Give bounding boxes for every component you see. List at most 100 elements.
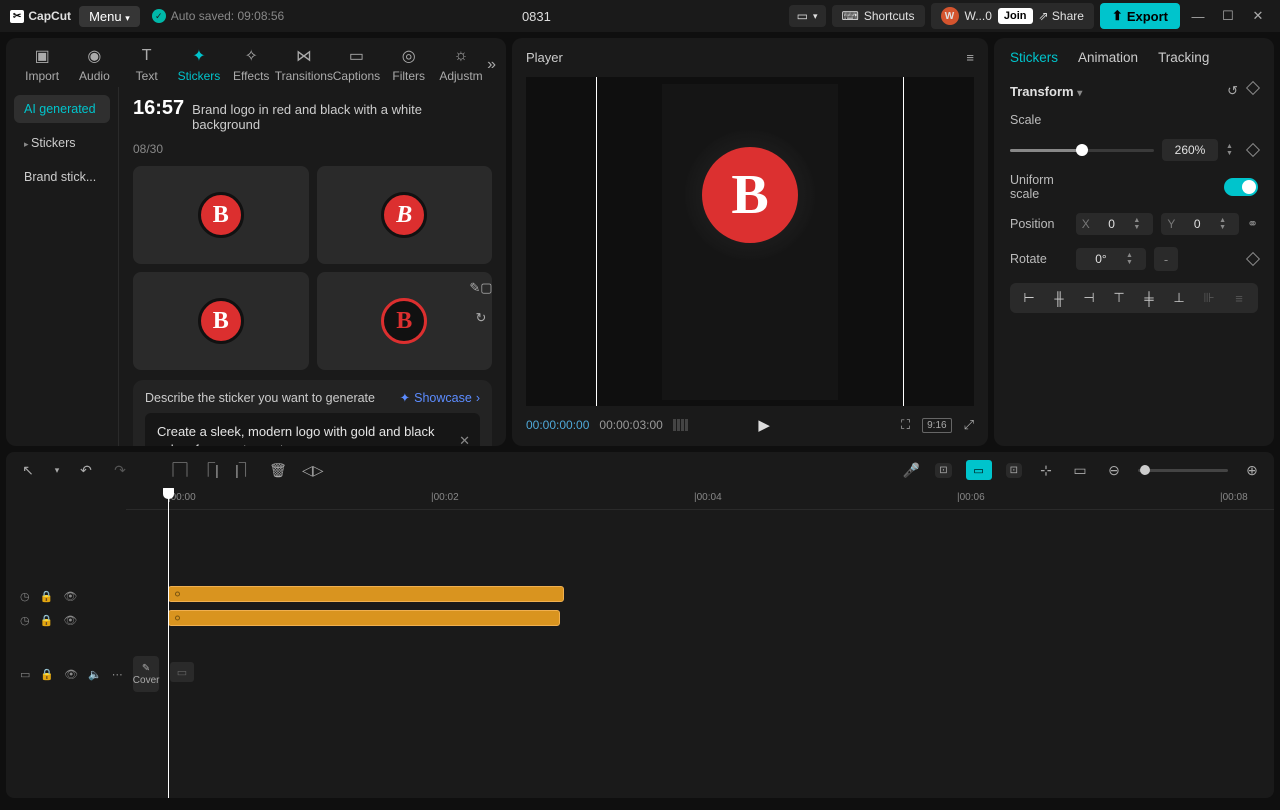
clip-1[interactable] xyxy=(168,586,564,602)
scale-keyframe[interactable] xyxy=(1246,143,1260,157)
player-canvas[interactable]: B xyxy=(526,77,974,406)
align-left[interactable]: ⊢ xyxy=(1014,287,1044,309)
eye-icon[interactable]: 👁 xyxy=(63,614,77,627)
align-top[interactable]: ⊤ xyxy=(1104,287,1134,309)
mirror-tool[interactable]: ◁▷ xyxy=(302,462,322,479)
tab-captions[interactable]: ▭Captions xyxy=(330,46,382,83)
pointer-dropdown[interactable]: ▾ xyxy=(52,465,62,476)
rtab-stickers[interactable]: Stickers xyxy=(1010,50,1058,65)
tab-stickers[interactable]: ✦Stickers xyxy=(173,46,225,83)
snap-button-1[interactable]: ⊡ xyxy=(935,463,951,478)
lock-icon[interactable]: 🔒 xyxy=(40,614,54,627)
sidebar-item-ai[interactable]: AI generated xyxy=(14,95,110,123)
scale-value[interactable]: 260% xyxy=(1162,139,1218,161)
mic-icon[interactable]: 🎤 xyxy=(901,462,921,479)
video-icon[interactable]: ▭ xyxy=(20,668,30,681)
reset-icon[interactable]: ↺ xyxy=(1227,83,1238,99)
close-button[interactable]: ✕ xyxy=(1246,8,1270,24)
user-menu[interactable]: W W...0 Join ⇗ Share xyxy=(931,3,1094,29)
tab-audio[interactable]: ◉Audio xyxy=(68,46,120,83)
result-1[interactable]: B xyxy=(133,166,309,264)
showcase-link[interactable]: ✦ Showcase › xyxy=(400,390,480,405)
tab-text[interactable]: TText xyxy=(121,46,173,83)
position-x[interactable]: X0▲▼ xyxy=(1076,213,1154,235)
result-4[interactable]: B xyxy=(317,272,493,370)
gen-date: 08/30 xyxy=(133,142,492,156)
scale-slider[interactable] xyxy=(1010,149,1154,152)
crop-icon[interactable]: ⛶ xyxy=(901,417,910,433)
sidebar-item-stickers[interactable]: ▸ Stickers xyxy=(14,129,110,157)
lock-icon[interactable]: 🔒 xyxy=(40,590,54,603)
tab-transitions[interactable]: ⋈Transitions xyxy=(277,46,330,83)
preview-icon[interactable]: ▭ xyxy=(1070,462,1090,479)
clip-2[interactable] xyxy=(168,610,560,626)
snap-button-3[interactable]: ⊡ xyxy=(1006,463,1022,478)
shuffle-icon[interactable]: ✕ xyxy=(459,432,470,446)
pointer-tool[interactable]: ↖ xyxy=(18,462,38,479)
maximize-button[interactable]: ☐ xyxy=(1216,8,1240,24)
zoom-in[interactable]: ⊕ xyxy=(1242,462,1262,479)
rtab-animation[interactable]: Animation xyxy=(1078,50,1138,65)
zoom-slider[interactable] xyxy=(1138,469,1228,472)
rotate-keyframe[interactable] xyxy=(1246,252,1260,266)
import-icon: ▣ xyxy=(32,46,52,66)
split-right[interactable]: |⏋ xyxy=(234,460,254,480)
uniform-toggle[interactable] xyxy=(1224,178,1258,196)
export-button[interactable]: ⬆ Export xyxy=(1100,3,1180,29)
rtab-tracking[interactable]: Tracking xyxy=(1158,50,1209,65)
align-right[interactable]: ⊣ xyxy=(1074,287,1104,309)
ratio-button[interactable]: 9:16 xyxy=(922,418,951,433)
eye-icon[interactable]: 👁 xyxy=(64,668,78,681)
join-badge[interactable]: Join xyxy=(998,8,1033,24)
clock-icon[interactable]: ◷ xyxy=(20,590,30,603)
fullscreen-icon[interactable]: ⤢ xyxy=(964,417,974,433)
tab-import[interactable]: ▣Import xyxy=(16,46,68,83)
uniform-label: Uniform scale xyxy=(1010,173,1068,201)
stickers-icon: ✦ xyxy=(189,46,209,66)
position-y[interactable]: Y0▲▼ xyxy=(1161,213,1239,235)
eye-icon[interactable]: 👁 xyxy=(63,590,77,603)
result-2[interactable]: B xyxy=(317,166,493,264)
align-hcenter[interactable]: ╫ xyxy=(1044,287,1074,309)
timeline-ruler[interactable]: |00:00 |00:02 |00:04 |00:06 |00:08 xyxy=(126,488,1274,510)
edit-icon[interactable]: ✎▢ xyxy=(470,277,492,299)
refresh-icon[interactable]: ↻ xyxy=(470,307,492,329)
flip-button[interactable]: - xyxy=(1154,247,1178,271)
rotate-value[interactable]: 0°▲▼ xyxy=(1076,248,1146,270)
tab-effects[interactable]: ✧Effects xyxy=(225,46,277,83)
video-placeholder[interactable]: ▭ xyxy=(170,662,194,682)
keyframe-icon[interactable] xyxy=(1246,81,1260,95)
align-bottom[interactable]: ⊥ xyxy=(1164,287,1194,309)
aspect-dropdown[interactable]: ▭ ▾ xyxy=(789,5,826,27)
tab-adjustment[interactable]: ☼Adjustm xyxy=(435,46,487,83)
scale-stepper[interactable]: ▲▼ xyxy=(1226,143,1240,157)
redo-button[interactable]: ↷ xyxy=(110,462,130,479)
dist-h: ⊪ xyxy=(1194,287,1224,309)
check-icon: ✓ xyxy=(152,9,166,23)
player-menu-icon[interactable]: ≡ xyxy=(966,50,974,65)
tab-filters[interactable]: ◎Filters xyxy=(383,46,435,83)
mute-icon[interactable]: 🔈 xyxy=(88,668,102,681)
result-3[interactable]: B xyxy=(133,272,309,370)
snap-button-2[interactable]: ▭ xyxy=(966,460,992,480)
clock-icon[interactable]: ◷ xyxy=(20,614,30,627)
marker-icon[interactable]: ⊹ xyxy=(1036,462,1056,479)
more-tabs-button[interactable]: » xyxy=(487,56,496,74)
play-button[interactable]: ▶ xyxy=(758,416,770,434)
share-button[interactable]: ⇗ Share xyxy=(1039,9,1084,23)
split-left[interactable]: ⎾| xyxy=(200,460,220,480)
minimize-button[interactable]: — xyxy=(1186,9,1210,24)
shortcuts-button[interactable]: ⌨ Shortcuts xyxy=(832,5,925,27)
prompt-input[interactable]: Create a sleek, modern logo with gold an… xyxy=(145,413,480,446)
playhead[interactable] xyxy=(168,488,169,798)
zoom-out[interactable]: ⊖ xyxy=(1104,462,1124,479)
link-icon[interactable]: ⚭ xyxy=(1247,216,1258,232)
menu-button[interactable]: Menu ▾ xyxy=(79,6,140,27)
delete-tool[interactable]: 🗑 xyxy=(268,462,288,479)
align-vcenter[interactable]: ╪ xyxy=(1134,287,1164,309)
undo-button[interactable]: ↶ xyxy=(76,462,96,479)
more-icon[interactable]: ⋯ xyxy=(112,668,123,681)
sidebar-item-brand[interactable]: Brand stick... xyxy=(14,163,110,191)
lock-icon[interactable]: 🔒 xyxy=(40,668,54,681)
split-tool[interactable]: ⎾⏋ xyxy=(166,460,186,480)
